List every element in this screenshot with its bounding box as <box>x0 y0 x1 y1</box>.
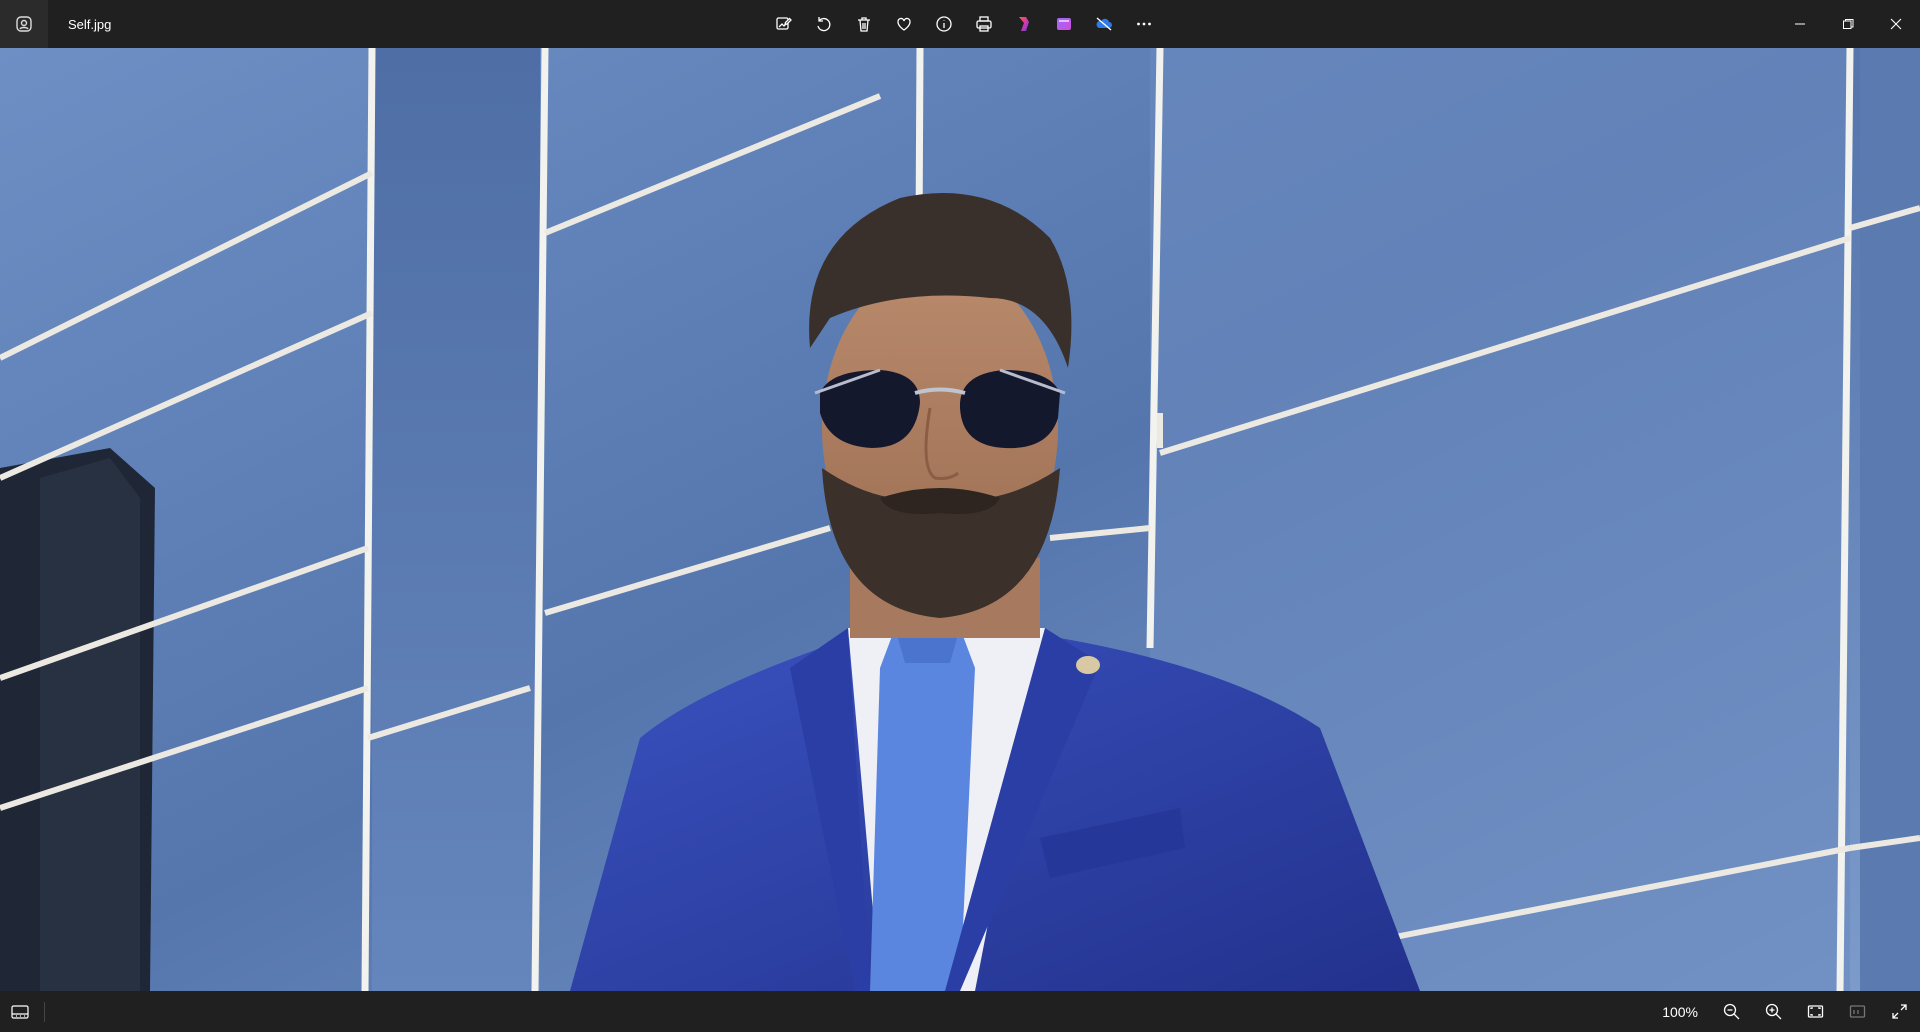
file-name: Self.jpg <box>68 16 112 32</box>
title-bar: Self.jpg <box>0 0 1920 48</box>
edit-image-button[interactable] <box>764 4 804 44</box>
maximize-button[interactable] <box>1824 0 1872 48</box>
print-button[interactable] <box>964 4 1004 44</box>
filmstrip-icon <box>11 1004 29 1019</box>
fit-to-window-button[interactable] <box>1794 991 1836 1032</box>
fullscreen-icon <box>1891 1004 1907 1019</box>
close-icon <box>1890 18 1902 30</box>
more-options-icon <box>1137 22 1151 26</box>
delete-button[interactable] <box>844 4 884 44</box>
zoom-controls: 100% <box>1662 991 1920 1032</box>
image-viewport[interactable] <box>0 48 1920 991</box>
edit-image-icon <box>776 17 792 30</box>
zoom-out-icon <box>1723 1003 1739 1020</box>
video-editor-button[interactable] <box>1044 4 1084 44</box>
rotate-button[interactable] <box>804 4 844 44</box>
zoom-in-button[interactable] <box>1752 991 1794 1032</box>
status-divider <box>44 1001 45 1022</box>
delete-icon <box>858 17 870 32</box>
info-icon <box>936 16 952 32</box>
zoom-in-icon <box>1765 1003 1781 1020</box>
image-toolbar <box>764 0 1164 48</box>
favorite-button[interactable] <box>884 4 924 44</box>
onedrive-button[interactable] <box>1084 4 1124 44</box>
status-bar: 100% <box>0 991 1920 1032</box>
window-controls <box>1776 0 1920 48</box>
more-options-button[interactable] <box>1124 4 1164 44</box>
info-button[interactable] <box>924 4 964 44</box>
clipchamp-button[interactable] <box>1004 4 1044 44</box>
fullscreen-button[interactable] <box>1878 991 1920 1032</box>
displayed-photo <box>0 48 1920 991</box>
onedrive-icon <box>1096 17 1112 31</box>
minimize-button[interactable] <box>1776 0 1824 48</box>
maximize-icon <box>1843 19 1854 29</box>
zoom-out-button[interactable] <box>1710 991 1752 1032</box>
clipchamp-icon <box>1019 17 1029 31</box>
actual-size-button[interactable] <box>1836 991 1878 1032</box>
close-button[interactable] <box>1872 0 1920 48</box>
rotate-icon <box>817 17 831 32</box>
print-icon <box>976 16 992 32</box>
minimize-icon <box>1795 23 1805 25</box>
actual-size-icon <box>1849 1005 1865 1018</box>
zoom-level[interactable]: 100% <box>1662 1004 1698 1020</box>
favorite-icon <box>897 17 911 31</box>
filmstrip-toggle-button[interactable] <box>0 991 40 1032</box>
photos-app-icon <box>0 0 48 48</box>
fit-to-window-icon <box>1807 1005 1823 1018</box>
video-editor-icon <box>1057 18 1071 30</box>
